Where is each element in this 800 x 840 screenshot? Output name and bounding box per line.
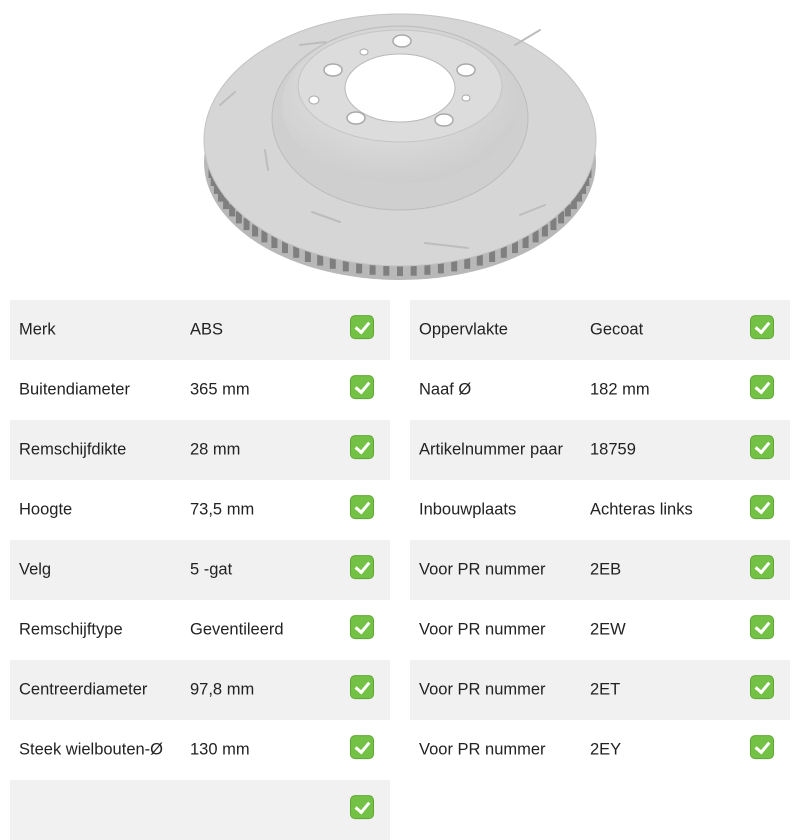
spec-label: Artikelnummer paar bbox=[419, 440, 563, 459]
spec-row: Buitendiameter 365 mm bbox=[10, 360, 390, 420]
spec-value: 182 mm bbox=[590, 380, 650, 399]
spec-value: ABS bbox=[190, 320, 224, 339]
checkmark-icon bbox=[750, 375, 774, 400]
spec-value: 2ET bbox=[590, 680, 621, 699]
spec-row: Voor PR nummer 2EB bbox=[410, 540, 790, 600]
spec-row: Centreerdiameter 97,8 mm bbox=[10, 660, 390, 720]
spec-value: 97,8 mm bbox=[190, 680, 255, 699]
spec-value: 2EB bbox=[590, 560, 622, 579]
spec-row: Artikelnummer paar 18759 bbox=[410, 420, 790, 480]
spec-value: Achteras links bbox=[590, 500, 693, 519]
checkmark-icon bbox=[750, 435, 774, 460]
spec-row: Merk ABS bbox=[10, 300, 390, 360]
spec-row: Voor PR nummer 2EY bbox=[410, 720, 790, 780]
spec-value: 130 mm bbox=[190, 740, 250, 759]
spec-value: 73,5 mm bbox=[190, 500, 255, 519]
spec-label: Oppervlakte bbox=[419, 320, 508, 339]
spec-label: Remschijftype bbox=[19, 620, 123, 639]
spec-label: Steek wielbouten-Ø bbox=[19, 740, 163, 759]
spec-label: Velg bbox=[19, 560, 52, 579]
spec-row: Oppervlakte Gecoat bbox=[410, 300, 790, 360]
spec-value: 28 mm bbox=[190, 440, 241, 459]
spec-label: Voor PR nummer bbox=[419, 740, 546, 759]
spec-value: 18759 bbox=[590, 440, 636, 459]
checkmark-icon bbox=[750, 495, 774, 520]
spec-value: Geventileerd bbox=[190, 620, 284, 639]
spec-row: Remschijfdikte 28 mm bbox=[10, 420, 390, 480]
checkmark-icon bbox=[350, 435, 374, 460]
brake-disc-image bbox=[203, 13, 597, 280]
spec-row bbox=[10, 780, 390, 840]
checkmark-icon bbox=[350, 615, 374, 640]
spec-label: Naaf Ø bbox=[419, 380, 472, 399]
spec-label: Remschijfdikte bbox=[19, 440, 127, 459]
spec-row: Velg 5 -gat bbox=[10, 540, 390, 600]
checkmark-icon bbox=[750, 735, 774, 760]
spec-label: Merk bbox=[19, 320, 56, 339]
spec-table-right: Oppervlakte Gecoat Naaf Ø 182 mm Artikelnumm… bbox=[410, 300, 790, 780]
spec-label: Centreerdiameter bbox=[19, 680, 148, 699]
spec-label: Inbouwplaats bbox=[419, 500, 517, 519]
spec-row: Inbouwplaats Achteras links bbox=[410, 480, 790, 540]
checkmark-icon bbox=[350, 495, 374, 520]
spec-row: Remschijftype Geventileerd bbox=[10, 600, 390, 660]
checkmark-icon bbox=[350, 555, 374, 580]
spec-row: Voor PR nummer 2ET bbox=[410, 660, 790, 720]
spec-label: Buitendiameter bbox=[19, 380, 130, 399]
spec-label: Voor PR nummer bbox=[419, 620, 546, 639]
checkmark-icon bbox=[750, 615, 774, 640]
spec-value: 2EY bbox=[590, 740, 622, 759]
spec-row: Steek wielbouten-Ø 130 mm bbox=[10, 720, 390, 780]
spec-value: 2EW bbox=[590, 620, 626, 639]
checkmark-icon bbox=[350, 315, 374, 340]
spec-value: Gecoat bbox=[590, 320, 644, 339]
checkmark-icon bbox=[350, 795, 374, 820]
checkmark-icon bbox=[750, 315, 774, 340]
spec-label: Voor PR nummer bbox=[419, 560, 546, 579]
checkmark-icon bbox=[750, 555, 774, 580]
spec-value: 365 mm bbox=[190, 380, 250, 399]
checkmark-icon bbox=[350, 675, 374, 700]
checkmark-icon bbox=[350, 375, 374, 400]
spec-value: 5 -gat bbox=[190, 560, 233, 579]
spec-table-left: Merk ABS Buitendiameter 365 mm Remschijfdikt… bbox=[10, 300, 390, 840]
spec-label: Voor PR nummer bbox=[419, 680, 546, 699]
spec-row: Hoogte 73,5 mm bbox=[10, 480, 390, 540]
spec-row: Voor PR nummer 2EW bbox=[410, 600, 790, 660]
checkmark-icon bbox=[750, 675, 774, 700]
checkmark-icon bbox=[350, 735, 374, 760]
spec-row: Naaf Ø 182 mm bbox=[410, 360, 790, 420]
spec-label: Hoogte bbox=[19, 500, 73, 519]
